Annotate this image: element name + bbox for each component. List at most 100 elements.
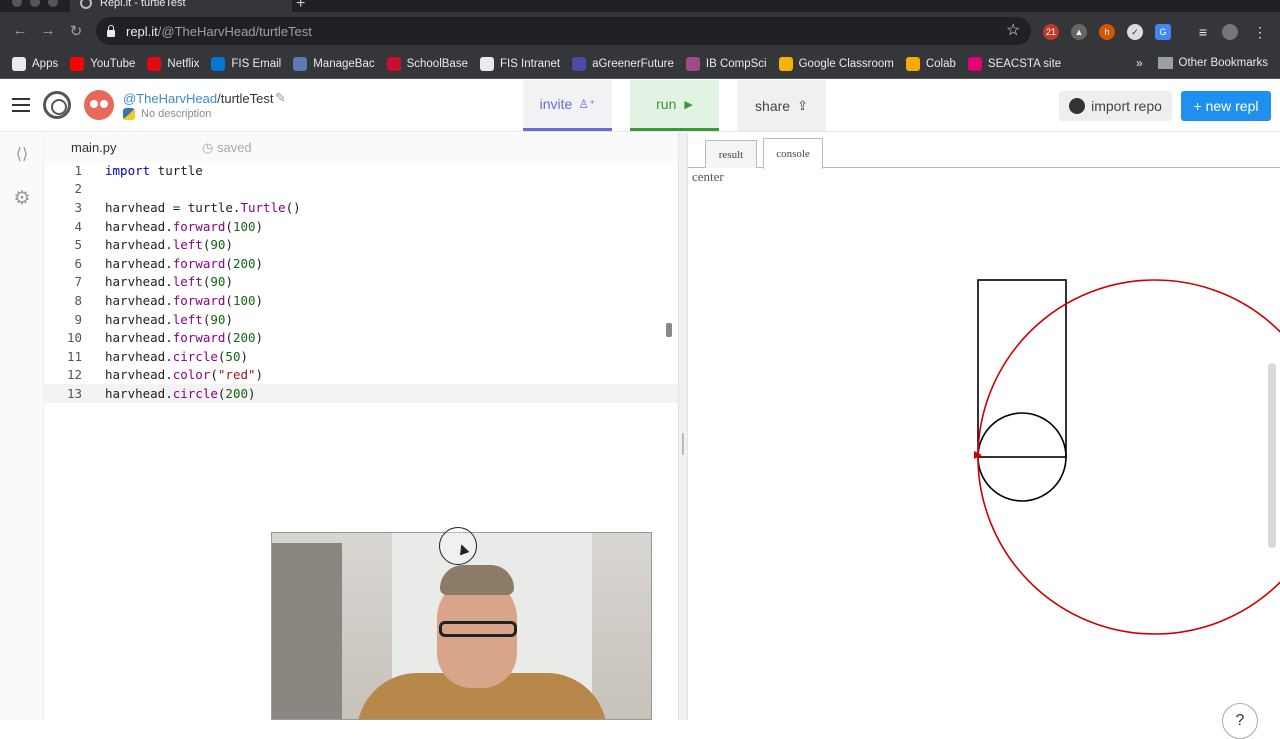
bookmark-item[interactable]: ManageBac <box>293 57 375 71</box>
code-line[interactable]: 2 <box>44 180 678 199</box>
bookmark-item[interactable]: YouTube <box>70 57 135 71</box>
agreenerfuture-icon <box>572 57 587 71</box>
repl-name: /turtleTest <box>217 91 274 106</box>
code-text: harvhead.circle(50) <box>105 348 249 364</box>
file-tab-main[interactable]: main.py <box>71 140 117 155</box>
share-button[interactable]: share ⇪ <box>737 80 826 131</box>
code-text: harvhead.forward(200) <box>105 330 264 346</box>
bookmark-label: IB CompSci <box>705 58 767 70</box>
code-line[interactable]: 8 harvhead.forward(100) <box>44 291 678 310</box>
settings-gear-icon[interactable]: ⚙ <box>13 189 31 208</box>
presenter-glasses <box>439 621 517 637</box>
bookmark-label: Netflix <box>167 58 200 70</box>
repl-owner[interactable]: @TheHarvHead <box>123 91 217 106</box>
replit-logo-icon[interactable] <box>43 91 71 119</box>
run-label: run <box>656 96 677 112</box>
bookmark-label: Apps <box>32 58 59 70</box>
bookmark-label: FIS Intranet <box>499 58 561 70</box>
code-line[interactable]: 10 harvhead.forward(200) <box>44 328 678 347</box>
profile-avatar-icon[interactable] <box>1222 24 1238 40</box>
bookmark-label: Colab <box>925 58 956 70</box>
repl-title[interactable]: @TheHarvHead/turtleTest <box>123 91 273 106</box>
maximize-window-icon[interactable] <box>48 0 58 7</box>
address-bar[interactable]: repl.it/@TheHarvHead/turtleTest <box>96 17 1031 45</box>
colab-icon <box>905 57 920 71</box>
code-line[interactable]: 6 harvhead.forward(200) <box>44 254 678 273</box>
repl-header: @TheHarvHead/turtleTest ✎ No description… <box>0 80 1280 132</box>
bookmark-item[interactable]: SEACSTA site <box>967 57 1062 71</box>
bookmark-item[interactable]: Netflix <box>147 57 199 71</box>
menu-hamburger-icon[interactable] <box>12 98 30 112</box>
bookmark-item[interactable]: Apps <box>12 57 58 71</box>
code-text: harvhead.left(90) <box>105 237 233 253</box>
back-arrow-icon[interactable]: ← <box>11 22 29 39</box>
reading-list-icon[interactable]: ≡ <box>1195 24 1211 40</box>
seacsta-icon <box>967 57 982 71</box>
bookmark-item[interactable]: Colab <box>905 57 956 71</box>
code-line[interactable]: 7 harvhead.left(90) <box>44 273 678 292</box>
code-line[interactable]: 5 harvhead.left(90) <box>44 235 678 254</box>
python-icon <box>123 108 135 120</box>
schoolbase-icon <box>386 57 401 71</box>
drive-extension-icon[interactable]: ▲ <box>1071 24 1087 40</box>
bookmark-item[interactable]: FIS Intranet <box>479 57 561 71</box>
forward-arrow-icon[interactable]: → <box>39 22 57 39</box>
extension-badge-icon[interactable]: 21 <box>1043 24 1059 40</box>
line-number: 8 <box>74 292 82 308</box>
line-number: 11 <box>66 348 82 364</box>
line-number: 1 <box>74 162 82 178</box>
repl-description: No description <box>123 108 211 120</box>
bookmark-item[interactable]: SchoolBase <box>386 57 468 71</box>
lock-icon <box>106 25 116 37</box>
honey-extension-icon[interactable]: h <box>1099 24 1115 40</box>
translate-extension-icon[interactable]: G <box>1155 24 1171 40</box>
save-status: ◷ saved <box>202 140 252 156</box>
bookmark-item[interactable]: FIS Email <box>211 57 281 71</box>
code-line[interactable]: 9 harvhead.left(90) <box>44 310 678 329</box>
line-number: 3 <box>74 199 82 215</box>
browser-tab-active[interactable]: Repl.it - turtleTest <box>70 0 292 12</box>
code-line[interactable]: 3 harvhead = turtle.Turtle() <box>44 198 678 217</box>
code-text: harvhead.left(90) <box>105 311 233 327</box>
door-frame <box>272 543 342 719</box>
other-bookmarks[interactable]: Other Bookmarks <box>1157 57 1268 69</box>
invite-button[interactable]: invite ♙⁺ <box>523 80 612 131</box>
editor-scrollbar[interactable] <box>666 323 672 337</box>
code-line[interactable]: 13 harvhead.circle(200) <box>44 384 678 403</box>
new-repl-button[interactable]: + new repl <box>1181 91 1271 121</box>
check-extension-icon[interactable]: ✓ <box>1127 24 1143 40</box>
version-control-icon[interactable]: ⟨⟩ <box>13 146 31 164</box>
bookmark-label: SEACSTA site <box>987 58 1062 70</box>
bookmark-item[interactable]: Google Classroom <box>778 57 894 71</box>
left-sidebar: ⟨⟩ ⚙ <box>0 133 44 720</box>
turtle-rectangle <box>977 279 1067 458</box>
code-line[interactable]: 1 import turtle <box>44 161 678 180</box>
add-person-icon: ♙⁺ <box>578 97 596 111</box>
line-number: 2 <box>74 181 82 197</box>
more-bookmarks-icon[interactable]: » <box>1136 56 1143 70</box>
youtube-icon <box>70 57 85 71</box>
code-line[interactable]: 11 harvhead.circle(50) <box>44 347 678 366</box>
close-window-icon[interactable] <box>12 0 22 7</box>
help-button[interactable]: ? <box>1222 703 1258 739</box>
bookmark-star-icon[interactable]: ☆ <box>1006 20 1020 40</box>
edit-pencil-icon[interactable]: ✎ <box>275 90 286 106</box>
reload-icon[interactable]: ↻ <box>67 22 85 40</box>
invite-label: invite <box>539 96 573 112</box>
run-button[interactable]: run ▶ <box>630 80 719 131</box>
import-repo-button[interactable]: import repo <box>1059 91 1172 121</box>
code-line[interactable]: 12 harvhead.color("red") <box>44 366 678 385</box>
code-line[interactable]: 4 harvhead.forward(100) <box>44 217 678 236</box>
url-host: repl.it <box>126 23 158 39</box>
pane-splitter[interactable] <box>678 133 688 720</box>
share-label: share <box>755 97 791 114</box>
minimize-window-icon[interactable] <box>30 0 40 7</box>
bookmark-item[interactable]: aGreenerFuture <box>572 57 674 71</box>
bookmark-label: Google Classroom <box>798 58 894 70</box>
output-panel: result console center ? <box>688 133 1280 739</box>
bookmark-item[interactable]: IB CompSci <box>685 57 767 71</box>
presenter-hair <box>440 565 514 595</box>
chrome-menu-icon[interactable]: ⋮ <box>1252 24 1268 40</box>
user-avatar[interactable] <box>84 90 114 120</box>
output-scrollbar[interactable] <box>1268 363 1276 548</box>
